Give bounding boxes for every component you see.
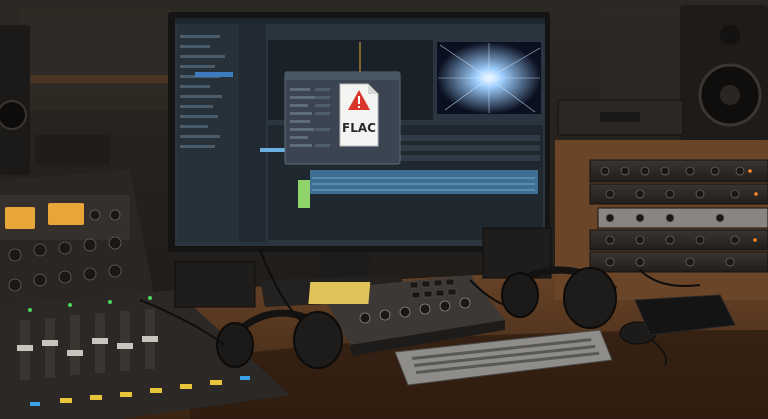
rack-top-display	[600, 112, 640, 122]
studio-scene: FLAC	[0, 0, 768, 419]
app-toolbar	[175, 18, 545, 24]
wall-panel-left	[20, 10, 170, 110]
file-type-label: FLAC	[342, 121, 376, 135]
right-studio-speaker	[680, 5, 768, 140]
left-studio-speaker	[0, 25, 30, 175]
app-browser-panel	[238, 22, 266, 242]
timeline-clip-green	[298, 180, 310, 208]
small-interface-box	[35, 135, 110, 165]
desk-audio-interface-left	[174, 261, 256, 308]
flac-file-icon: FLAC	[339, 83, 379, 147]
